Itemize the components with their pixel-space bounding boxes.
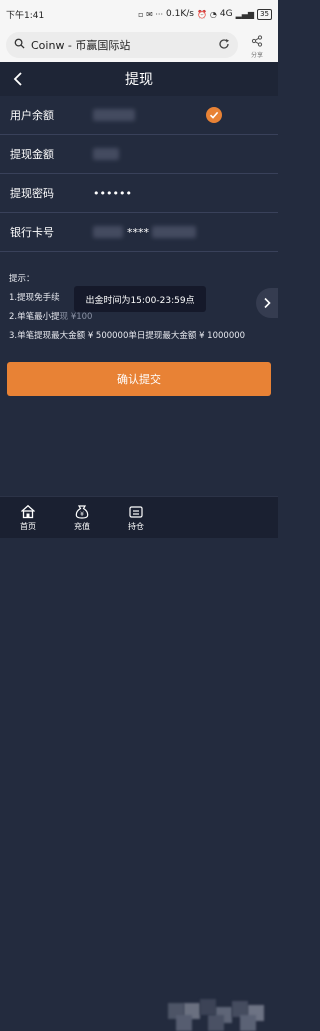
page-address: Coinw - 币赢国际站	[31, 39, 131, 52]
status-indicators: ▫ ✉ ··· 0.1K/s ⏰ ◔ 4G ▂▄▆ 35	[138, 8, 272, 20]
balance-label: 用户余额	[10, 109, 54, 122]
money-bag-icon: ¥	[75, 504, 89, 519]
card-mask: ****	[127, 225, 149, 239]
page-title: 提现	[125, 72, 153, 88]
share-label: 分享	[250, 51, 263, 59]
checkmark-icon	[209, 111, 219, 119]
password-row[interactable]: 提现密码 ••••••	[0, 174, 278, 213]
share-icon	[251, 32, 263, 51]
side-next-button[interactable]	[256, 288, 278, 318]
card-row[interactable]: 银行卡号 ****	[0, 213, 278, 252]
signal-bars-icon: ▂▄▆	[235, 9, 255, 19]
amount-input-redacted[interactable]	[93, 148, 119, 160]
confirm-submit-button[interactable]: 确认提交	[7, 362, 271, 396]
browser-address-bar: Coinw - 币赢国际站 分享	[0, 28, 278, 62]
amount-label: 提现金额	[10, 148, 54, 161]
position-icon	[129, 505, 143, 518]
use-balance-checkbox[interactable]	[206, 107, 222, 123]
tip-line-2-tail: 现 ¥100	[59, 312, 93, 322]
tip-line-2-text: 2.单笔最小提	[9, 312, 60, 322]
redacted-tab-mosaic	[168, 997, 268, 1031]
password-input[interactable]: ••••••	[93, 187, 132, 200]
balance-row: 用户余额	[0, 96, 278, 135]
share-button[interactable]: 分享	[242, 30, 272, 60]
status-bar: 下午1:41 ▫ ✉ ··· 0.1K/s ⏰ ◔ 4G ▂▄▆ 35	[0, 0, 278, 28]
card-suffix-redacted	[152, 226, 196, 238]
page-header: 提现	[0, 62, 278, 96]
amount-row[interactable]: 提现金额	[0, 135, 278, 174]
tab-home-label: 首页	[20, 521, 36, 531]
svg-text:¥: ¥	[80, 511, 84, 518]
chevron-right-icon	[264, 297, 271, 309]
withdraw-form: 用户余额 提现金额 提现密码 •••••• 银行卡号 ****	[0, 96, 278, 252]
url-field[interactable]: Coinw - 币赢国际站	[6, 32, 238, 58]
refresh-icon[interactable]	[218, 38, 230, 53]
wifi-icon: ◔	[209, 9, 217, 19]
tab-recharge-label: 充值	[74, 521, 90, 531]
bottom-tab-bar: 首页 ¥ 充值 持仓	[0, 496, 278, 1031]
home-icon	[21, 504, 35, 518]
battery-indicator: 35	[257, 8, 272, 20]
balance-value-redacted	[93, 109, 135, 121]
tab-position-label: 持仓	[128, 521, 144, 531]
search-icon	[14, 38, 25, 52]
status-time: 下午1:41	[6, 10, 45, 21]
back-button[interactable]	[6, 67, 30, 91]
card-number[interactable]: ****	[93, 226, 196, 239]
withdraw-hours-toast: 出金时间为15:00-23:59点	[74, 286, 206, 312]
signal-label: 4G	[219, 9, 233, 19]
notification-icons: ▫ ✉ ···	[138, 9, 164, 19]
network-speed: 0.1K/s	[166, 9, 194, 19]
alarm-icon: ⏰	[196, 9, 207, 19]
card-label: 银行卡号	[10, 226, 54, 239]
card-prefix-redacted	[93, 226, 123, 238]
chevron-left-icon	[13, 72, 22, 86]
tip-line-3: 3.单笔提现最大金额 ¥ 500000单日提现最大金额 ¥ 1000000	[9, 331, 246, 341]
tab-home[interactable]: 首页	[4, 497, 52, 538]
password-label: 提现密码	[10, 187, 54, 200]
tab-recharge[interactable]: ¥ 充值	[58, 497, 106, 538]
tab-position[interactable]: 持仓	[112, 497, 160, 538]
